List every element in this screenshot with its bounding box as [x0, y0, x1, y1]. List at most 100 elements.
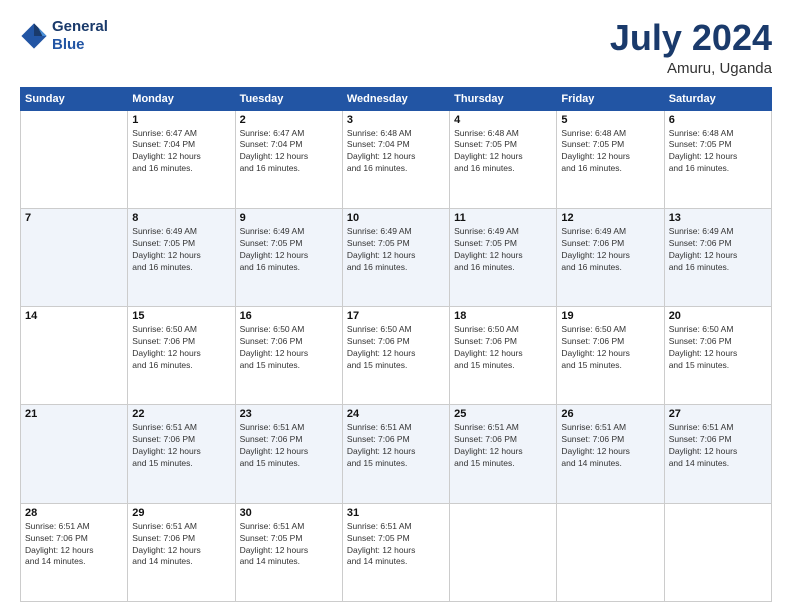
day-number: 31	[347, 507, 445, 519]
month-title: July 2024	[610, 18, 772, 58]
calendar-day-header: Tuesday	[235, 87, 342, 110]
day-number: 1	[132, 114, 230, 126]
day-info: Sunrise: 6:50 AMSunset: 7:06 PMDaylight:…	[240, 324, 338, 372]
day-info: Sunrise: 6:50 AMSunset: 7:06 PMDaylight:…	[561, 324, 659, 372]
day-number: 26	[561, 408, 659, 420]
day-number: 20	[669, 310, 767, 322]
day-info: Sunrise: 6:49 AMSunset: 7:05 PMDaylight:…	[240, 226, 338, 274]
calendar-day-header: Monday	[128, 87, 235, 110]
day-number: 10	[347, 212, 445, 224]
calendar-cell: 15 Sunrise: 6:50 AMSunset: 7:06 PMDayligh…	[128, 307, 235, 405]
day-info: Sunrise: 6:47 AMSunset: 7:04 PMDaylight:…	[132, 128, 230, 176]
calendar-day-header: Sunday	[21, 87, 128, 110]
day-number: 19	[561, 310, 659, 322]
calendar-cell: 29 Sunrise: 6:51 AMSunset: 7:06 PMDayligh…	[128, 503, 235, 601]
day-number: 12	[561, 212, 659, 224]
day-info: Sunrise: 6:50 AMSunset: 7:06 PMDaylight:…	[669, 324, 767, 372]
calendar-week-row: 1 Sunrise: 6:47 AMSunset: 7:04 PMDaylight…	[21, 110, 772, 208]
day-number: 4	[454, 114, 552, 126]
day-info: Sunrise: 6:50 AMSunset: 7:06 PMDaylight:…	[132, 324, 230, 372]
day-number: 30	[240, 507, 338, 519]
calendar-cell	[557, 503, 664, 601]
calendar-day-header: Thursday	[450, 87, 557, 110]
calendar-cell: 1 Sunrise: 6:47 AMSunset: 7:04 PMDaylight…	[128, 110, 235, 208]
calendar-cell: 6Sunrise: 6:48 AMSunset: 7:05 PMDaylight…	[664, 110, 771, 208]
day-info: Sunrise: 6:51 AMSunset: 7:06 PMDaylight:…	[132, 521, 230, 569]
day-number: 15	[132, 310, 230, 322]
calendar-cell: 17 Sunrise: 6:50 AMSunset: 7:06 PMDayligh…	[342, 307, 449, 405]
calendar-cell	[450, 503, 557, 601]
day-number: 24	[347, 408, 445, 420]
calendar-cell: 8Sunrise: 6:49 AMSunset: 7:05 PMDaylight…	[128, 208, 235, 306]
day-number: 23	[240, 408, 338, 420]
calendar-cell: 12 Sunrise: 6:49 AMSunset: 7:06 PMDayligh…	[557, 208, 664, 306]
day-info: Sunrise: 6:51 AMSunset: 7:05 PMDaylight:…	[240, 521, 338, 569]
calendar-cell: 18 Sunrise: 6:50 AMSunset: 7:06 PMDayligh…	[450, 307, 557, 405]
page: General Blue July 2024 Amuru, Uganda Sun…	[0, 0, 792, 612]
day-info: Sunrise: 6:51 AMSunset: 7:06 PMDaylight:…	[240, 422, 338, 470]
calendar-week-row: 28 Sunrise: 6:51 AMSunset: 7:06 PMDayligh…	[21, 503, 772, 601]
day-info: Sunrise: 6:51 AMSunset: 7:06 PMDaylight:…	[454, 422, 552, 470]
calendar-cell: 26 Sunrise: 6:51 AMSunset: 7:06 PMDayligh…	[557, 405, 664, 503]
day-info: Sunrise: 6:50 AMSunset: 7:06 PMDaylight:…	[454, 324, 552, 372]
day-number: 28	[25, 507, 123, 519]
day-number: 13	[669, 212, 767, 224]
day-number: 2	[240, 114, 338, 126]
calendar-day-header: Friday	[557, 87, 664, 110]
calendar-cell: 31 Sunrise: 6:51 AMSunset: 7:05 PMDayligh…	[342, 503, 449, 601]
location: Amuru, Uganda	[610, 60, 772, 77]
day-info: Sunrise: 6:48 AMSunset: 7:05 PMDaylight:…	[561, 128, 659, 176]
day-number: 22	[132, 408, 230, 420]
day-number: 16	[240, 310, 338, 322]
calendar-cell: 7	[21, 208, 128, 306]
calendar-cell: 10 Sunrise: 6:49 AMSunset: 7:05 PMDayligh…	[342, 208, 449, 306]
calendar-day-header: Wednesday	[342, 87, 449, 110]
day-info: Sunrise: 6:49 AMSunset: 7:06 PMDaylight:…	[561, 226, 659, 274]
calendar-cell: 23 Sunrise: 6:51 AMSunset: 7:06 PMDayligh…	[235, 405, 342, 503]
day-info: Sunrise: 6:47 AMSunset: 7:04 PMDaylight:…	[240, 128, 338, 176]
calendar-cell: 9 Sunrise: 6:49 AMSunset: 7:05 PMDaylight…	[235, 208, 342, 306]
day-info: Sunrise: 6:51 AMSunset: 7:06 PMDaylight:…	[347, 422, 445, 470]
day-number: 17	[347, 310, 445, 322]
logo-icon	[20, 22, 48, 50]
day-number: 27	[669, 408, 767, 420]
day-info: Sunrise: 6:51 AMSunset: 7:06 PMDaylight:…	[561, 422, 659, 470]
header: General Blue July 2024 Amuru, Uganda	[20, 18, 772, 77]
calendar-cell: 4Sunrise: 6:48 AMSunset: 7:05 PMDaylight…	[450, 110, 557, 208]
calendar-cell: 14	[21, 307, 128, 405]
calendar-cell: 21	[21, 405, 128, 503]
calendar-cell: 11 Sunrise: 6:49 AMSunset: 7:05 PMDayligh…	[450, 208, 557, 306]
calendar-cell	[21, 110, 128, 208]
day-info: Sunrise: 6:50 AMSunset: 7:06 PMDaylight:…	[347, 324, 445, 372]
calendar-cell: 16 Sunrise: 6:50 AMSunset: 7:06 PMDayligh…	[235, 307, 342, 405]
calendar-cell: 13 Sunrise: 6:49 AMSunset: 7:06 PMDayligh…	[664, 208, 771, 306]
day-number: 18	[454, 310, 552, 322]
day-number: 9	[240, 212, 338, 224]
day-info: Sunrise: 6:49 AMSunset: 7:05 PMDaylight:…	[347, 226, 445, 274]
day-info: Sunrise: 6:49 AMSunset: 7:05 PMDaylight:…	[454, 226, 552, 274]
calendar-cell: 2 Sunrise: 6:47 AMSunset: 7:04 PMDaylight…	[235, 110, 342, 208]
day-number: 29	[132, 507, 230, 519]
day-info: Sunrise: 6:51 AMSunset: 7:06 PMDaylight:…	[669, 422, 767, 470]
day-info: Sunrise: 6:51 AMSunset: 7:05 PMDaylight:…	[347, 521, 445, 569]
day-number: 8	[132, 212, 230, 224]
calendar-cell: 27 Sunrise: 6:51 AMSunset: 7:06 PMDayligh…	[664, 405, 771, 503]
calendar-cell: 24 Sunrise: 6:51 AMSunset: 7:06 PMDayligh…	[342, 405, 449, 503]
calendar-table: SundayMondayTuesdayWednesdayThursdayFrid…	[20, 87, 772, 602]
calendar-cell: 20 Sunrise: 6:50 AMSunset: 7:06 PMDayligh…	[664, 307, 771, 405]
day-number: 21	[25, 408, 123, 420]
calendar-cell: 28Sunrise: 6:51 AMSunset: 7:06 PMDayligh…	[21, 503, 128, 601]
calendar-week-row: 14 15 Sunrise: 6:50 AMSunset: 7:06 PMDayli…	[21, 307, 772, 405]
day-info: Sunrise: 6:48 AMSunset: 7:05 PMDaylight:…	[669, 128, 767, 176]
calendar-cell: 30 Sunrise: 6:51 AMSunset: 7:05 PMDayligh…	[235, 503, 342, 601]
day-info: Sunrise: 6:48 AMSunset: 7:04 PMDaylight:…	[347, 128, 445, 176]
calendar-week-row: 78Sunrise: 6:49 AMSunset: 7:05 PMDayligh…	[21, 208, 772, 306]
day-number: 11	[454, 212, 552, 224]
logo: General Blue	[20, 18, 108, 54]
day-number: 14	[25, 310, 123, 322]
title-block: July 2024 Amuru, Uganda	[610, 18, 772, 77]
logo-text: General Blue	[52, 18, 108, 54]
day-info: Sunrise: 6:49 AMSunset: 7:06 PMDaylight:…	[669, 226, 767, 274]
calendar-cell: 22Sunrise: 6:51 AMSunset: 7:06 PMDayligh…	[128, 405, 235, 503]
calendar-day-header: Saturday	[664, 87, 771, 110]
